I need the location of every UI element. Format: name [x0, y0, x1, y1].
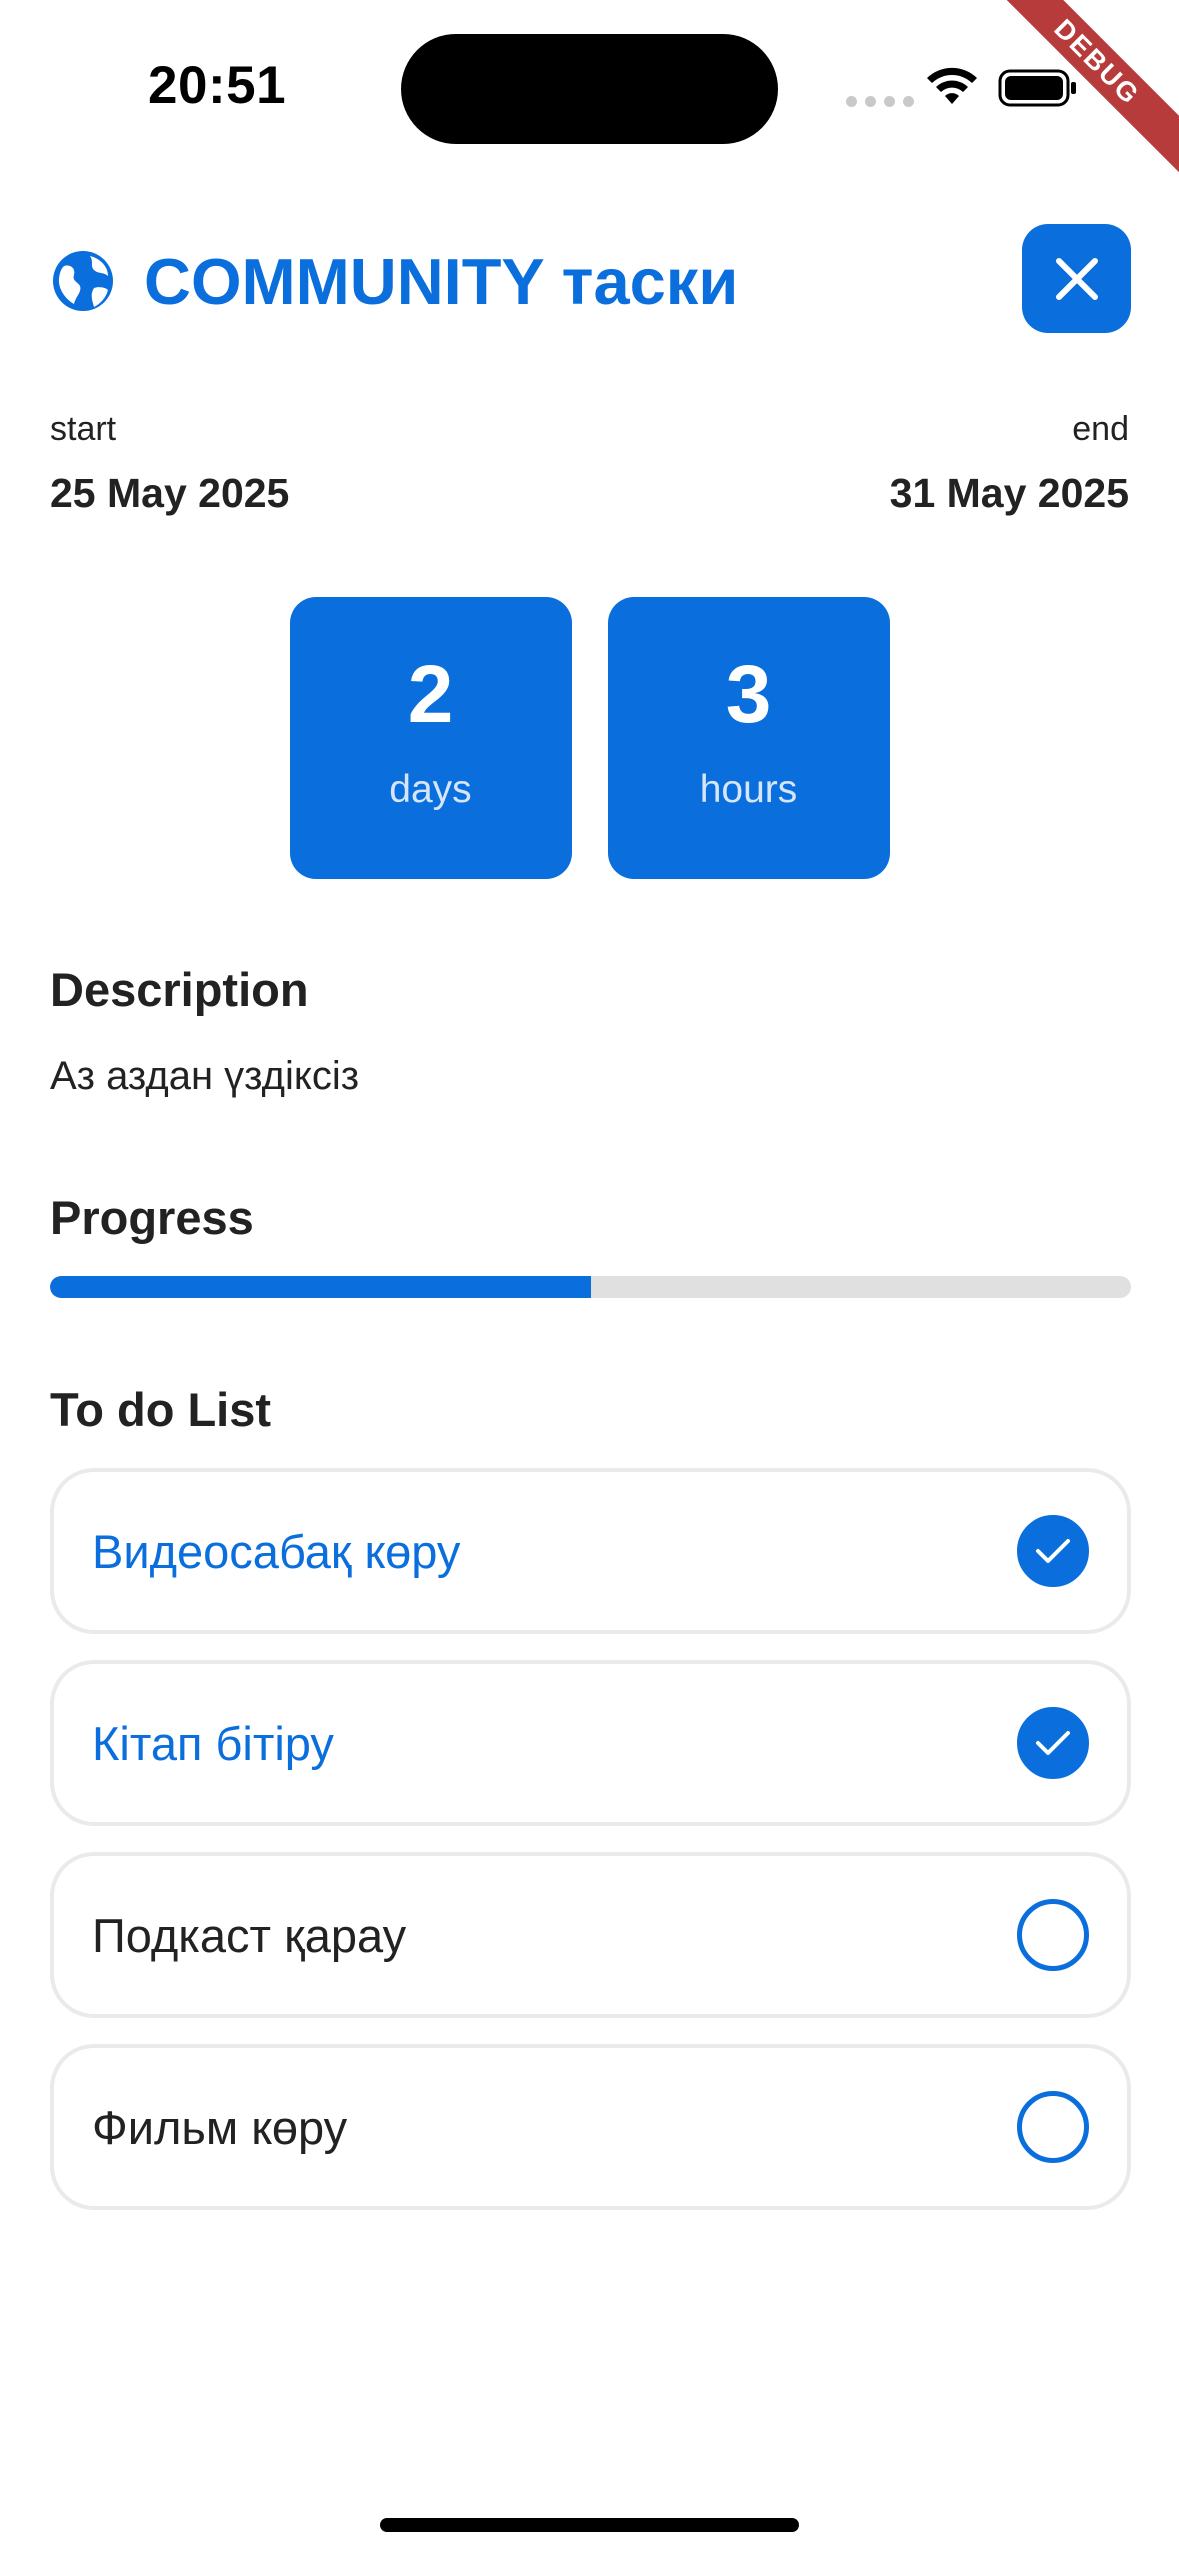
start-date-value: 25 May 2025 [50, 470, 290, 516]
todo-item-label: Фильм көру [92, 2100, 348, 2154]
description-heading: Description [50, 963, 309, 1016]
todo-item[interactable]: Видеосабақ көру [50, 1468, 1131, 1634]
wifi-icon [927, 67, 977, 104]
debug-banner-label: DEBUG [979, 0, 1179, 183]
dynamic-island [401, 34, 778, 144]
todo-heading: To do List [50, 1383, 272, 1436]
todo-checkbox[interactable] [1017, 1899, 1089, 1971]
todo-item[interactable]: Фильм көру [50, 2044, 1131, 2210]
todo-item[interactable]: Кітап бітіру [50, 1660, 1131, 1826]
todo-item-label: Подкаст қарау [92, 1908, 407, 1962]
todo-item[interactable]: Подкаст қарау [50, 1852, 1131, 2018]
description-text: Аз аздан үздіксіз [50, 1054, 360, 1098]
countdown-hours-box: 3 hours [607, 597, 890, 879]
progress-heading: Progress [50, 1191, 254, 1244]
status-time: 20:51 [148, 56, 287, 115]
progress-bar-fill [50, 1276, 591, 1298]
cellular-signal-icon [846, 96, 914, 107]
page-title: COMMUNITY таски [144, 245, 739, 318]
todo-checkbox[interactable] [1017, 1707, 1089, 1779]
close-icon [1055, 257, 1098, 300]
checkmark-icon [1036, 1539, 1070, 1563]
todo-item-label: Видеосабақ көру [92, 1524, 461, 1578]
countdown-hours-value: 3 [725, 649, 772, 740]
home-indicator [380, 2518, 799, 2532]
end-date-value: 31 May 2025 [889, 470, 1129, 516]
end-date-label: end [1072, 410, 1129, 448]
task-detail-screen: 20:51 DEBUG COMMUNITY таски start 25 May… [0, 0, 1179, 2556]
countdown-days-value: 2 [407, 649, 454, 740]
debug-banner: DEBUG [979, 0, 1179, 200]
todo-list: Видеосабақ көру Кітап бітіру Подкаст қар… [50, 1468, 1131, 2236]
globe-icon [53, 251, 113, 311]
countdown: 2 days 3 hours [0, 597, 1179, 879]
start-date-label: start [50, 410, 117, 448]
countdown-hours-unit: hours [699, 768, 798, 811]
progress-bar [50, 1276, 1131, 1298]
close-button[interactable] [1022, 224, 1131, 333]
countdown-days-unit: days [389, 768, 472, 811]
countdown-days-box: 2 days [289, 597, 572, 879]
checkmark-icon [1036, 1731, 1070, 1755]
todo-checkbox[interactable] [1017, 2091, 1089, 2163]
todo-checkbox[interactable] [1017, 1515, 1089, 1587]
todo-item-label: Кітап бітіру [92, 1716, 334, 1770]
